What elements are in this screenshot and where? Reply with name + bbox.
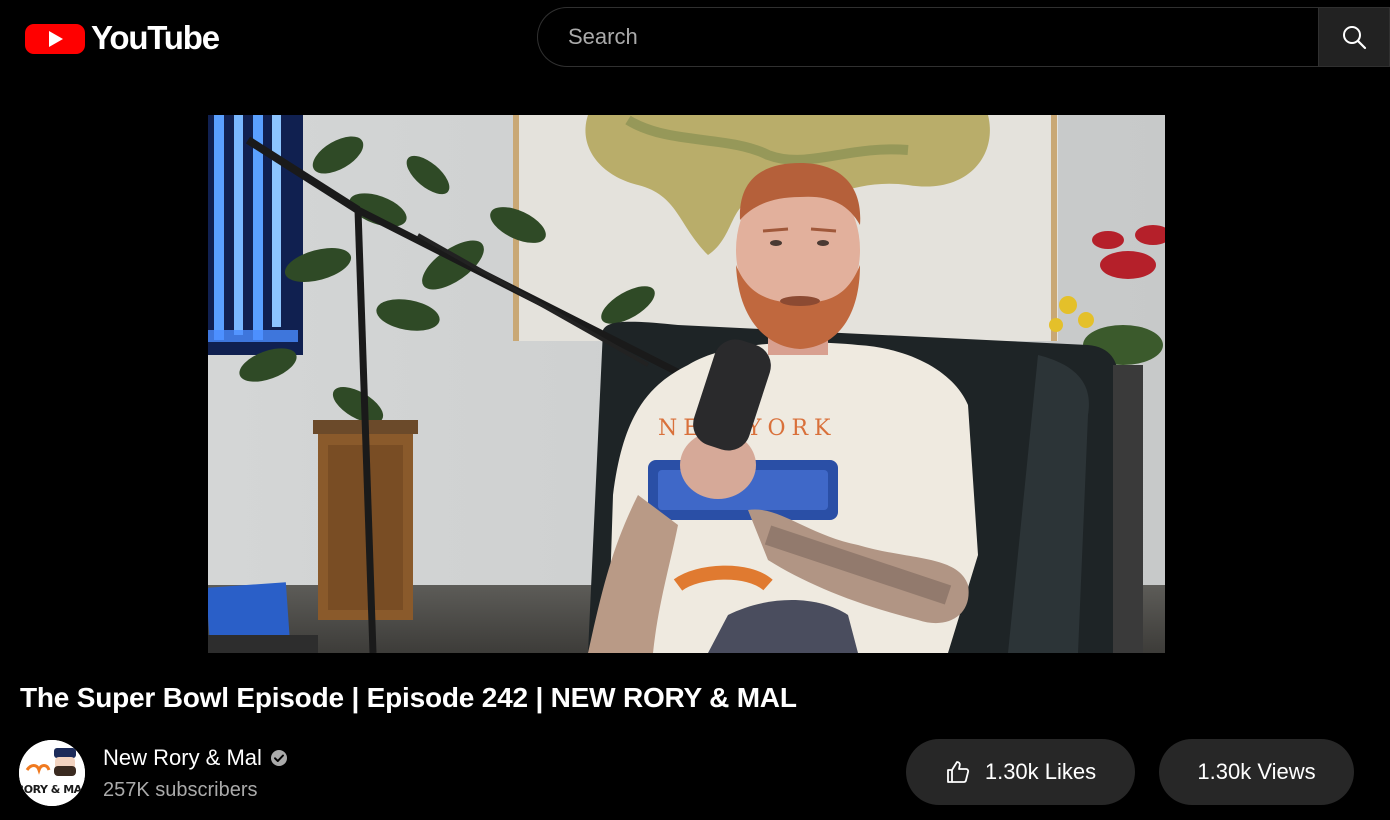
youtube-play-logo-icon: [25, 24, 85, 54]
video-title: The Super Bowl Episode | Episode 242 | N…: [20, 682, 797, 713]
youtube-logo[interactable]: YouTube: [24, 18, 220, 58]
search-input[interactable]: [537, 7, 1318, 67]
thumbs-up-icon: [946, 761, 969, 783]
channel-name[interactable]: New Rory & Mal: [103, 745, 262, 771]
youtube-logo-text: YouTube: [91, 19, 220, 56]
like-count: 1.30k Likes: [984, 759, 1097, 784]
channel-logo-icon: RORY & MAL: [19, 740, 85, 806]
channel-name-row[interactable]: New Rory & Mal: [103, 745, 288, 771]
like-button[interactable]: 1.30k Likes: [906, 739, 1135, 805]
video-player[interactable]: NEW YORK: [208, 115, 1165, 653]
search-button[interactable]: [1318, 7, 1390, 67]
subscriber-count: 257K subscribers: [103, 779, 258, 801]
verified-badge-icon: [270, 750, 287, 766]
channel-avatar[interactable]: RORY & MAL: [19, 740, 85, 806]
search-bar: [537, 7, 1390, 67]
video-frame: NEW YORK: [208, 115, 1165, 653]
channel-avatar-text: RORY & MAL: [19, 783, 85, 796]
views-button[interactable]: 1.30k Views: [1159, 739, 1354, 805]
search-icon: [1343, 26, 1367, 50]
view-count: 1.30k Views: [1197, 759, 1316, 784]
